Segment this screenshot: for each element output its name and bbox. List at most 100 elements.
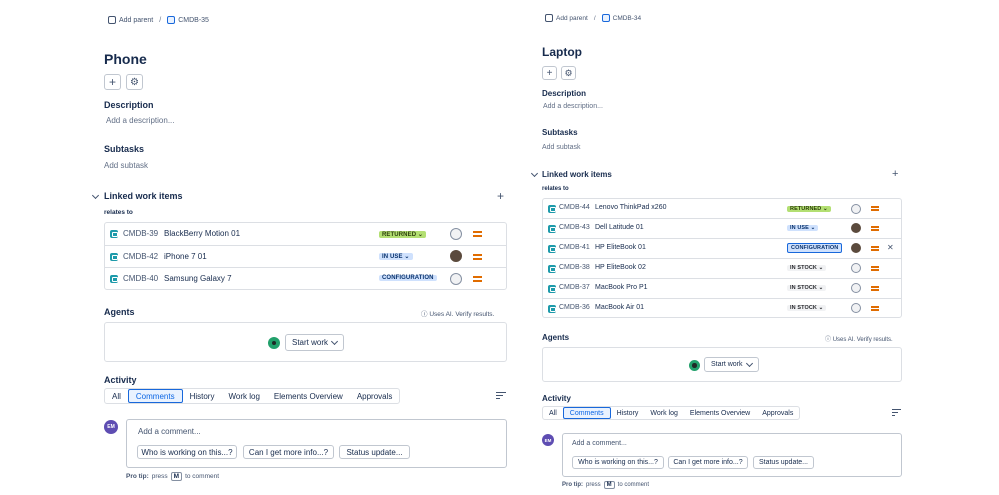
suggestion-chip[interactable]: Can I get more info...? <box>243 445 334 459</box>
status-badge[interactable]: IN STOCK ⌄ <box>787 305 827 311</box>
tab-comments[interactable]: Comments <box>127 389 183 403</box>
status-badge[interactable]: CONFIGURATION <box>787 243 843 253</box>
breadcrumb: Add parent / CMDB-34 <box>545 14 641 22</box>
item-summary[interactable]: Dell Latitude 01 <box>595 224 644 231</box>
start-work-button[interactable]: Start work <box>704 357 759 372</box>
avatar[interactable] <box>851 303 861 313</box>
activity-heading: Activity <box>104 375 137 385</box>
add-link-button[interactable]: + <box>497 189 504 203</box>
linked-item-row[interactable]: CMDB-44 Lenovo ThinkPad x260 RETURNED ⌄ <box>543 199 901 219</box>
avatar[interactable] <box>851 223 861 233</box>
linked-item-row[interactable]: CMDB-36 MacBook Air 01 IN STOCK ⌄ <box>543 299 901 319</box>
collapse-chevron-icon[interactable] <box>530 169 539 178</box>
apps-button[interactable]: ⚙ <box>561 66 576 80</box>
agents-panel: Start work <box>104 322 507 362</box>
item-summary[interactable]: Lenovo ThinkPad x260 <box>595 204 666 211</box>
tab-approvals[interactable]: Approvals <box>350 389 400 403</box>
status-label: IN STOCK <box>790 285 817 291</box>
item-key[interactable]: CMDB-40 <box>123 274 158 283</box>
status-badge[interactable]: RETURNED ⌄ <box>787 206 831 212</box>
item-key[interactable]: CMDB-38 <box>559 264 590 271</box>
item-summary[interactable]: HP EliteBook 01 <box>595 244 646 251</box>
suggestion-chip[interactable]: Status update... <box>753 456 814 469</box>
status-badge[interactable]: RETURNED ⌄ <box>379 231 427 238</box>
suggestion-chip[interactable]: Who is working on this...? <box>137 445 237 459</box>
avatar[interactable] <box>851 204 861 214</box>
add-subtask-button[interactable]: Add subtask <box>542 144 581 151</box>
add-button[interactable]: + <box>104 74 121 90</box>
linked-item-row[interactable]: CMDB-39 BlackBerry Motion 01 RETURNED ⌄ <box>105 223 506 246</box>
comment-input[interactable]: Add a comment... Who is working on this.… <box>562 433 902 477</box>
pro-tip-end: to comment <box>617 482 650 488</box>
item-key[interactable]: CMDB-39 <box>123 229 158 238</box>
sort-icon[interactable] <box>496 392 506 400</box>
remove-link-icon[interactable]: ✕ <box>887 243 894 252</box>
tab-history[interactable]: History <box>611 407 645 419</box>
tab-work-log[interactable]: Work log <box>221 389 266 403</box>
add-button[interactable]: + <box>542 66 557 80</box>
linked-item-row[interactable]: CMDB-43 Dell Latitude 01 IN USE ⌄ <box>543 219 901 239</box>
shortcut-key: M <box>603 481 615 489</box>
avatar[interactable] <box>450 250 462 262</box>
description-field[interactable]: Add a description... <box>106 116 174 125</box>
item-key[interactable]: CMDB-37 <box>559 284 590 291</box>
status-badge[interactable]: IN USE ⌄ <box>379 253 413 260</box>
avatar[interactable] <box>851 263 861 273</box>
suggestion-chip[interactable]: Who is working on this...? <box>572 456 664 469</box>
item-key[interactable]: CMDB-43 <box>559 224 590 231</box>
linked-items-heading: Linked work items <box>104 191 183 201</box>
add-parent-link[interactable]: Add parent <box>545 14 588 22</box>
add-parent-link[interactable]: Add parent <box>108 16 153 24</box>
avatar[interactable] <box>851 283 861 293</box>
tab-elements-overview[interactable]: Elements Overview <box>267 389 350 403</box>
agents-heading: Agents <box>542 333 570 342</box>
status-badge[interactable]: IN STOCK ⌄ <box>787 285 827 291</box>
linked-item-row[interactable]: CMDB-41 HP EliteBook 01 CONFIGURATION ✕ <box>543 239 901 259</box>
item-key[interactable]: CMDB-42 <box>123 252 158 261</box>
item-key[interactable]: CMDB-44 <box>559 204 590 211</box>
collapse-chevron-icon[interactable] <box>91 191 100 200</box>
status-badge[interactable]: IN STOCK ⌄ <box>787 265 827 271</box>
add-link-button[interactable]: + <box>892 168 898 180</box>
comment-input[interactable]: Add a comment... Who is working on this.… <box>126 419 507 468</box>
apps-button[interactable]: ⚙ <box>126 74 143 90</box>
avatar[interactable] <box>450 228 462 240</box>
item-summary[interactable]: MacBook Air 01 <box>595 304 644 311</box>
item-summary[interactable]: BlackBerry Motion 01 <box>164 229 240 238</box>
start-work-button[interactable]: Start work <box>285 334 345 351</box>
sort-icon[interactable] <box>892 409 902 417</box>
item-summary[interactable]: iPhone 7 01 <box>164 252 207 261</box>
suggestion-chip[interactable]: Status update... <box>339 445 410 459</box>
issue-key-label: CMDB-35 <box>178 16 209 24</box>
tab-all[interactable]: All <box>105 389 128 403</box>
tab-comments[interactable]: Comments <box>562 407 611 419</box>
suggestion-chip[interactable]: Can I get more info...? <box>668 456 748 469</box>
linked-items-heading: Linked work items <box>542 170 612 179</box>
item-summary[interactable]: MacBook Pro P1 <box>595 284 648 291</box>
status-badge[interactable]: CONFIGURATION <box>379 275 437 281</box>
linked-item-row[interactable]: CMDB-40 Samsung Galaxy 7 CONFIGURATION <box>105 268 506 291</box>
linked-item-row[interactable]: CMDB-42 iPhone 7 01 IN USE ⌄ <box>105 246 506 268</box>
item-key[interactable]: CMDB-41 <box>559 244 590 251</box>
status-badge[interactable]: IN USE ⌄ <box>787 225 819 231</box>
avatar[interactable] <box>450 273 462 285</box>
add-subtask-button[interactable]: Add subtask <box>104 161 148 170</box>
activity-heading: Activity <box>542 394 571 403</box>
item-summary[interactable]: Samsung Galaxy 7 <box>164 274 232 283</box>
tab-approvals[interactable]: Approvals <box>756 407 799 419</box>
avatar[interactable] <box>851 243 861 253</box>
tab-work-log[interactable]: Work log <box>644 407 684 419</box>
item-key[interactable]: CMDB-36 <box>559 304 590 311</box>
linked-item-row[interactable]: CMDB-38 HP EliteBook 02 IN STOCK ⌄ <box>543 259 901 279</box>
item-summary[interactable]: HP EliteBook 02 <box>595 264 646 271</box>
issue-key-link[interactable]: CMDB-34 <box>601 14 641 22</box>
tab-history[interactable]: History <box>183 389 222 403</box>
issue-key-link[interactable]: CMDB-35 <box>167 16 209 24</box>
linked-item-row[interactable]: CMDB-37 MacBook Pro P1 IN STOCK ⌄ <box>543 279 901 299</box>
tab-elements-overview[interactable]: Elements Overview <box>684 407 756 419</box>
ai-note-text: Uses AI. Verify results. <box>429 311 495 318</box>
tab-all[interactable]: All <box>543 407 563 419</box>
priority-medium-icon <box>871 206 879 211</box>
description-field[interactable]: Add a description... <box>543 103 603 110</box>
info-icon: ⓘ <box>825 337 832 343</box>
